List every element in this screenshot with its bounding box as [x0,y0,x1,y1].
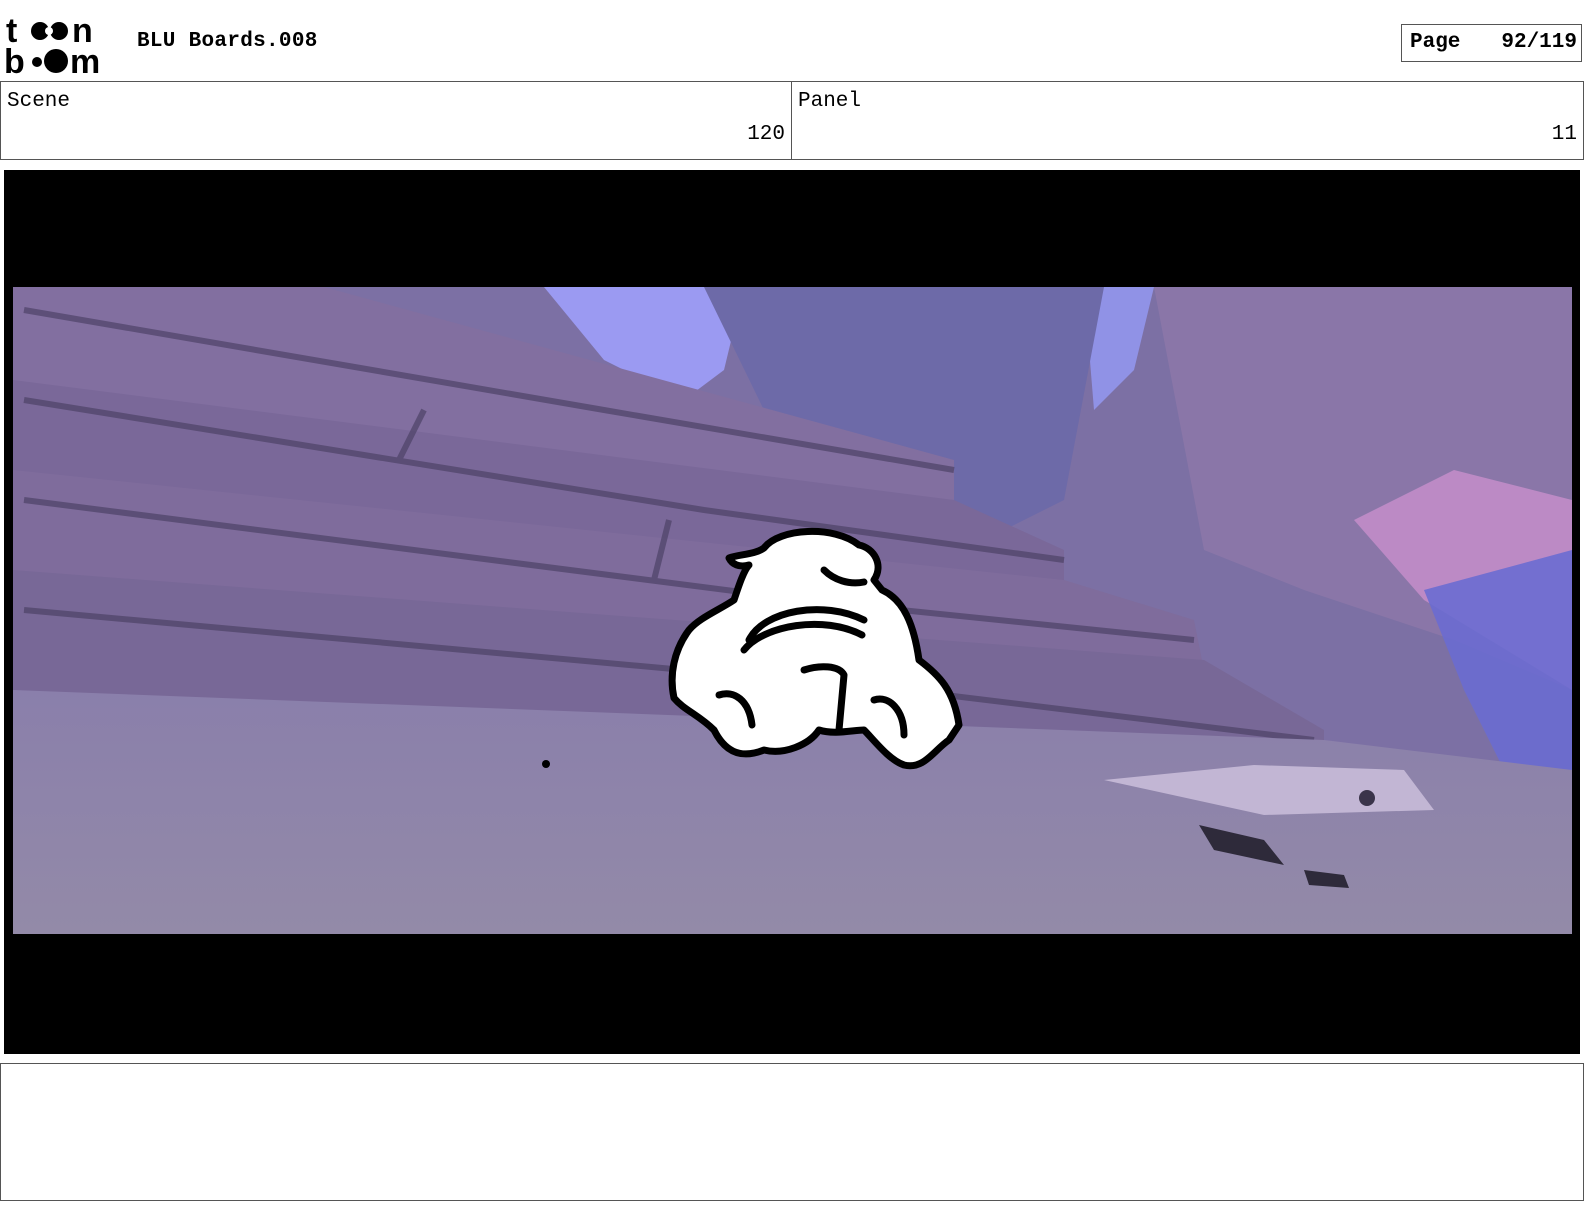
panel-notes-box [0,1063,1584,1201]
panel-artwork [4,170,1580,1054]
page-header: t n b m BLU Boards.008 Page 92/119 [0,0,1584,82]
panel-label: Panel [798,90,862,113]
page-number: 92/119 [1501,31,1577,54]
svg-text:m: m [70,43,100,76]
page-indicator: Page 92/119 [1401,24,1582,62]
panel-cell: Panel 11 [792,82,1584,159]
scene-panel-row: Scene 120 Panel 11 [0,81,1584,160]
scene-value: 120 [747,123,785,146]
storyboard-frame [4,170,1580,1054]
panel-value: 11 [1551,123,1577,146]
board-title: BLU Boards.008 [137,30,318,53]
svg-text:b: b [4,43,25,76]
page-label: Page [1410,31,1461,54]
scene-label: Scene [7,90,71,113]
scene-cell: Scene 120 [0,82,792,159]
toon-boom-logo: t n b m [4,12,100,76]
